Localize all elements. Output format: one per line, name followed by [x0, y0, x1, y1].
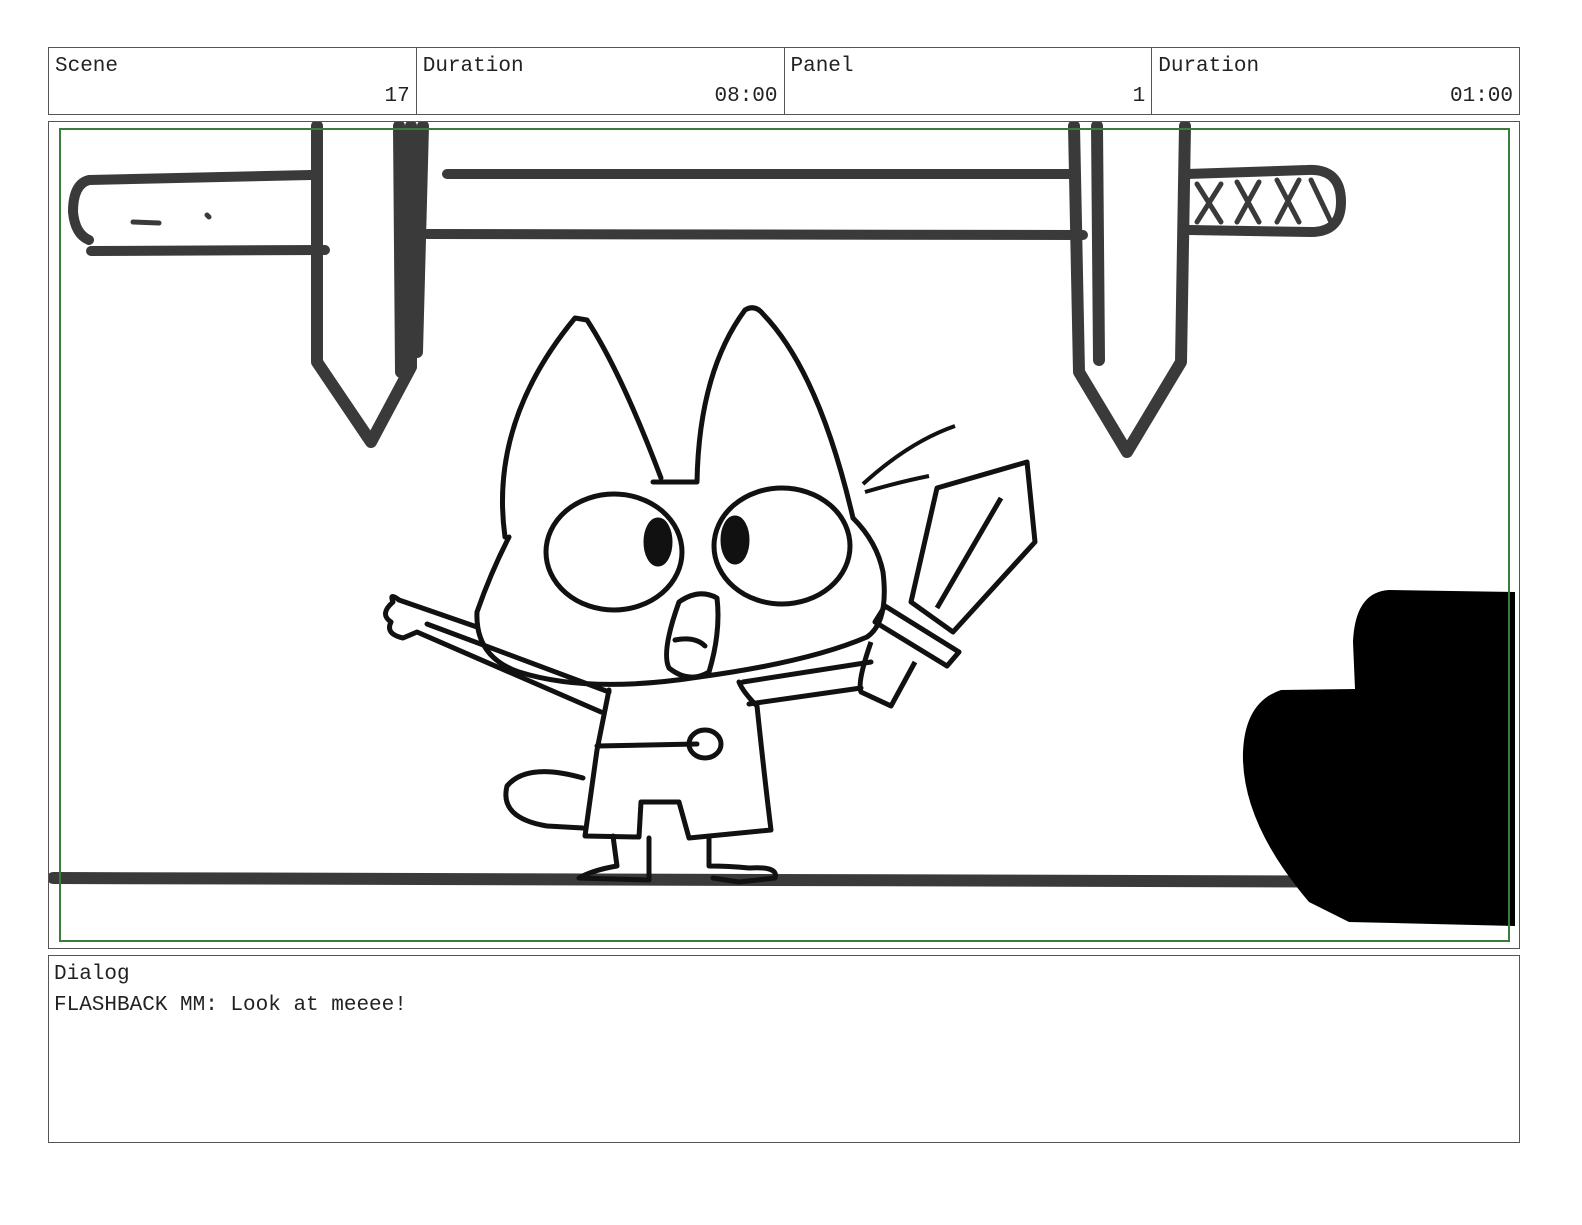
center-beam	[422, 169, 1088, 240]
cat-right-ear	[650, 305, 856, 521]
scene-duration-cell: Duration 08:00	[417, 48, 785, 114]
scene-value: 17	[384, 85, 410, 108]
dialog-text: FLASHBACK MM: Look at meeee!	[54, 994, 407, 1017]
cat-left-pupil	[643, 517, 673, 567]
scene-duration-label: Duration	[422, 55, 524, 78]
dialog-label: Dialog	[54, 963, 130, 986]
left-pillar	[311, 122, 429, 448]
panel-value: 1	[1132, 85, 1146, 108]
panel-duration-label: Duration	[1158, 55, 1260, 78]
right-pillar	[1068, 122, 1191, 458]
scene-duration-value: 08:00	[714, 85, 778, 108]
cat-right-pupil	[720, 515, 750, 565]
cat-mouth	[664, 591, 721, 680]
panel-duration-value: 01:00	[1449, 85, 1513, 108]
dialog-box: Dialog FLASHBACK MM: Look at meeee!	[48, 955, 1520, 1143]
sword-guard	[872, 603, 962, 669]
left-beam-mark	[130, 212, 212, 226]
toy-sword	[857, 424, 1038, 709]
cat-left-arm	[383, 594, 612, 715]
motion-lines	[861, 424, 956, 494]
scene-label: Scene	[55, 55, 119, 78]
left-beam	[68, 170, 330, 256]
sword-blade	[908, 459, 1038, 635]
cat-tail	[503, 769, 586, 831]
cat-character	[383, 305, 887, 885]
panel-label: Panel	[790, 55, 854, 78]
panel-drawing	[49, 122, 1515, 942]
sword-handle	[857, 641, 918, 709]
header-table: Scene 17 Duration 08:00 Panel 1 Duration…	[48, 47, 1520, 115]
panel-duration-cell: Duration 01:00	[1152, 48, 1519, 114]
right-beam-crosshatch	[1194, 177, 1334, 225]
scene-cell: Scene 17	[49, 48, 417, 114]
panel-cell: Panel 1	[785, 48, 1153, 114]
storyboard-panel	[48, 121, 1520, 949]
cat-left-ear	[500, 315, 664, 540]
cat-body	[582, 679, 774, 841]
